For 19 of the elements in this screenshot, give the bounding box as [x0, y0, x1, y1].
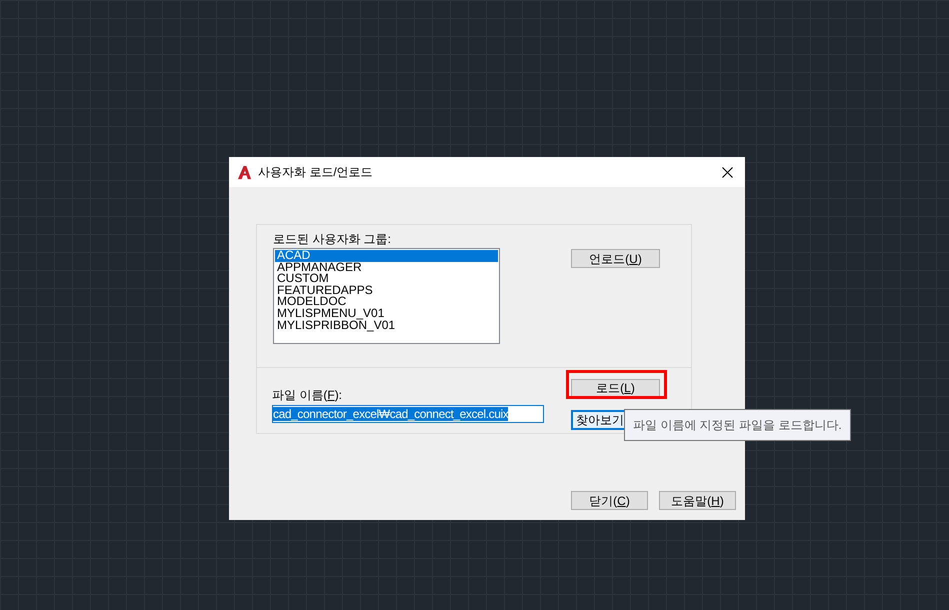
groups-listbox[interactable]: ACAD APPMANAGER CUSTOM FEATUREDAPPS MODELDOC MYLISPMENU_V01 MYLISPRIBBON_V01 — [273, 248, 500, 344]
groups-label: 로드된 사용자화 그룹: — [273, 231, 392, 247]
app-logo-icon — [237, 164, 252, 180]
tooltip: 파일 이름에 지정된 파일을 로드합니다. — [624, 409, 851, 441]
list-item[interactable]: APPMANAGER — [275, 262, 498, 274]
unload-button[interactable]: 언로드(U) — [571, 249, 660, 268]
window-title: 사용자화 로드/언로드 — [258, 164, 373, 181]
list-item[interactable]: ACAD — [275, 250, 498, 262]
file-name-field[interactable]: cad_connector_excel₩cad_connect_excel.cuix — [272, 405, 544, 423]
file-name-label: 파일 이름(F): — [272, 387, 344, 403]
load-button[interactable]: 로드(L) — [571, 378, 660, 398]
list-item[interactable]: FEATUREDAPPS — [275, 284, 498, 296]
help-button[interactable]: 도움말(H) — [659, 491, 736, 510]
list-item[interactable]: MYLISPRIBBON_V01 — [275, 320, 498, 332]
list-item[interactable]: MODELDOC — [275, 296, 498, 308]
list-item[interactable]: MYLISPMENU_V01 — [275, 308, 498, 320]
close-icon — [722, 166, 732, 178]
list-item[interactable]: CUSTOM — [275, 273, 498, 285]
close-dialog-button[interactable]: 닫기(C) — [571, 491, 648, 510]
